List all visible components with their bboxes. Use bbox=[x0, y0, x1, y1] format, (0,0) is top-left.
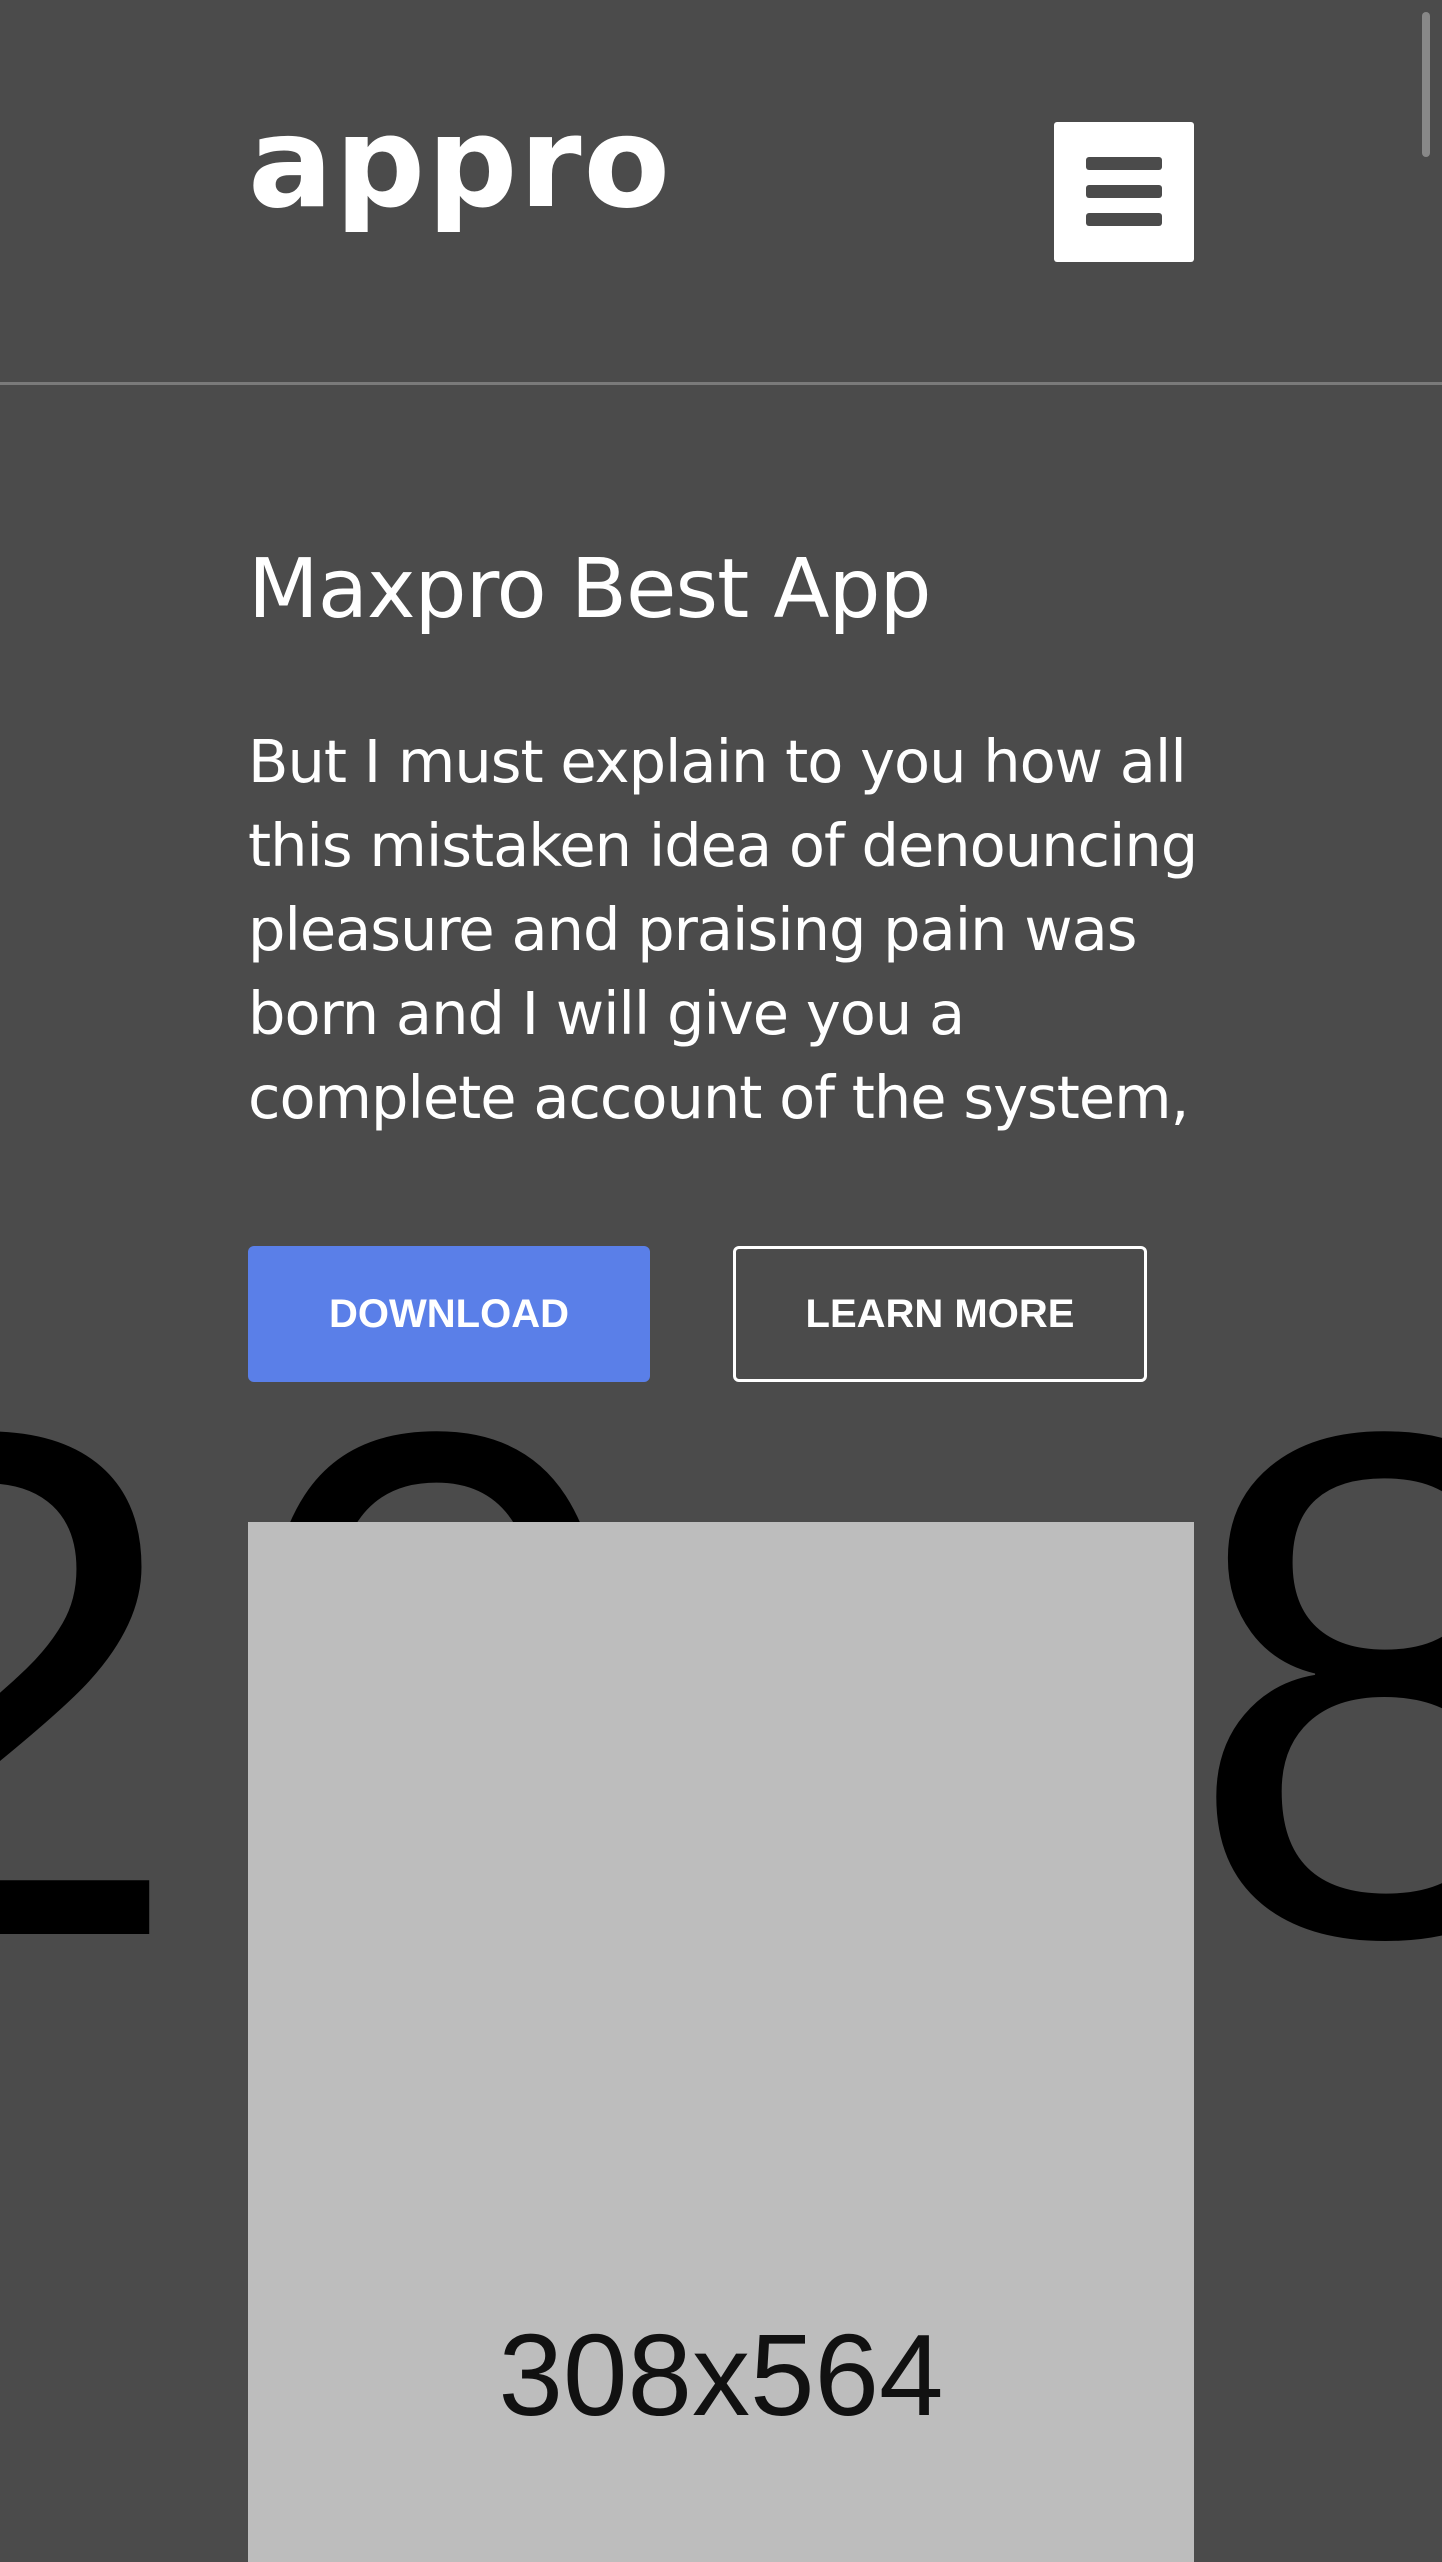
hero-title: Maxpro Best App bbox=[248, 542, 932, 637]
download-button[interactable]: DOWNLOAD bbox=[248, 1246, 650, 1382]
learn-more-button[interactable]: LEARN MORE bbox=[733, 1246, 1147, 1382]
logo[interactable]: appro bbox=[248, 100, 672, 226]
hero-description: But I must explain to you how all this m… bbox=[248, 727, 1198, 1132]
menu-bar bbox=[1086, 185, 1162, 198]
scrollbar-thumb[interactable] bbox=[1422, 12, 1430, 157]
background-numeral: 2 bbox=[0, 1325, 185, 2045]
app-screenshot-placeholder: 308x564 bbox=[248, 1522, 1194, 2562]
site-header: appro bbox=[0, 0, 1442, 385]
menu-button[interactable] bbox=[1054, 122, 1194, 262]
background-numeral: 8 bbox=[1185, 1282, 1442, 2087]
menu-bar bbox=[1086, 157, 1162, 170]
page: 2 0 8 appro Maxpro Best App But I must e… bbox=[0, 0, 1442, 2562]
menu-bar bbox=[1086, 213, 1162, 226]
placeholder-label: 308x564 bbox=[498, 2310, 944, 2440]
